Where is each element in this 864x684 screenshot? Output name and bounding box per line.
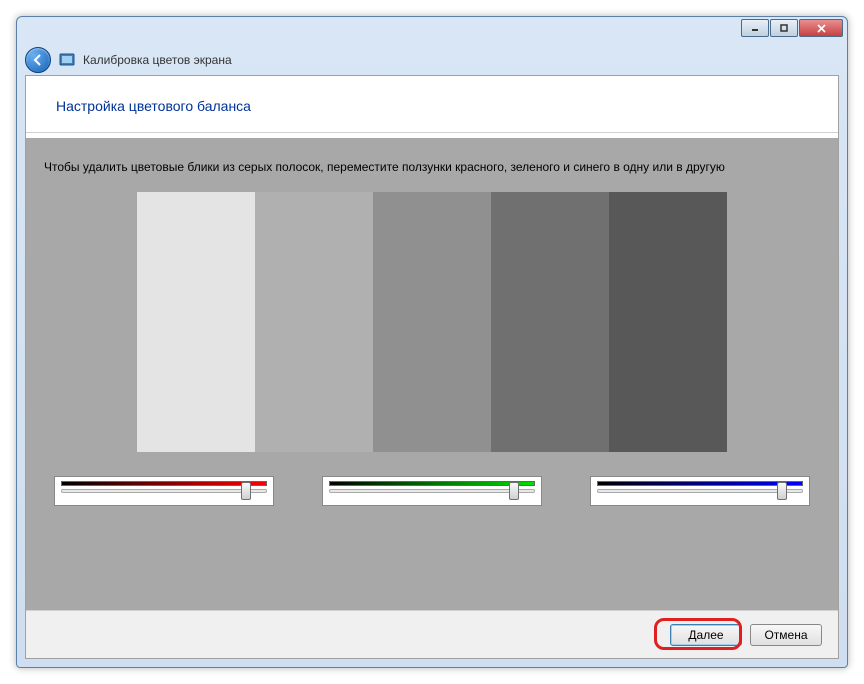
content-body: Чтобы удалить цветовые блики из серых по… — [26, 138, 838, 610]
red-slider-box — [54, 476, 274, 506]
blue-slider-box — [590, 476, 810, 506]
green-slider[interactable] — [329, 489, 535, 493]
red-slider-thumb[interactable] — [241, 482, 251, 500]
wizard-window: Калибровка цветов экрана Настройка цвето… — [16, 16, 848, 668]
arrow-left-icon — [31, 53, 45, 67]
blue-gradient — [597, 481, 803, 486]
app-title: Калибровка цветов экрана — [83, 53, 232, 67]
green-slider-thumb[interactable] — [509, 482, 519, 500]
content-header: Настройка цветового баланса — [26, 76, 838, 133]
maximize-button[interactable] — [770, 19, 798, 37]
content-area: Настройка цветового баланса Чтобы удалит… — [25, 75, 839, 659]
red-slider[interactable] — [61, 489, 267, 493]
back-button[interactable] — [25, 47, 51, 73]
screenshot-frame: Калибровка цветов экрана Настройка цвето… — [0, 0, 864, 684]
blue-slider-thumb[interactable] — [777, 482, 787, 500]
gray-bar-2 — [255, 192, 373, 452]
sliders-row — [44, 476, 820, 506]
gray-bar-1 — [137, 192, 255, 452]
footer: Далее Отмена — [26, 610, 838, 658]
gray-bar-3 — [373, 192, 491, 452]
window-controls — [740, 19, 843, 37]
titlebar — [17, 17, 847, 45]
next-button[interactable]: Далее — [670, 624, 742, 646]
instruction-text: Чтобы удалить цветовые блики из серых по… — [44, 160, 820, 174]
minimize-button[interactable] — [741, 19, 769, 37]
green-gradient — [329, 481, 535, 486]
blue-slider[interactable] — [597, 489, 803, 493]
page-title: Настройка цветового баланса — [56, 98, 808, 114]
gray-bar-5 — [609, 192, 727, 452]
gray-bars-preview — [137, 192, 727, 452]
app-icon — [59, 52, 75, 68]
close-button[interactable] — [799, 19, 843, 37]
red-gradient — [61, 481, 267, 486]
gray-bar-4 — [491, 192, 609, 452]
green-slider-box — [322, 476, 542, 506]
header-row: Калибровка цветов экрана — [17, 45, 847, 75]
cancel-button[interactable]: Отмена — [750, 624, 822, 646]
